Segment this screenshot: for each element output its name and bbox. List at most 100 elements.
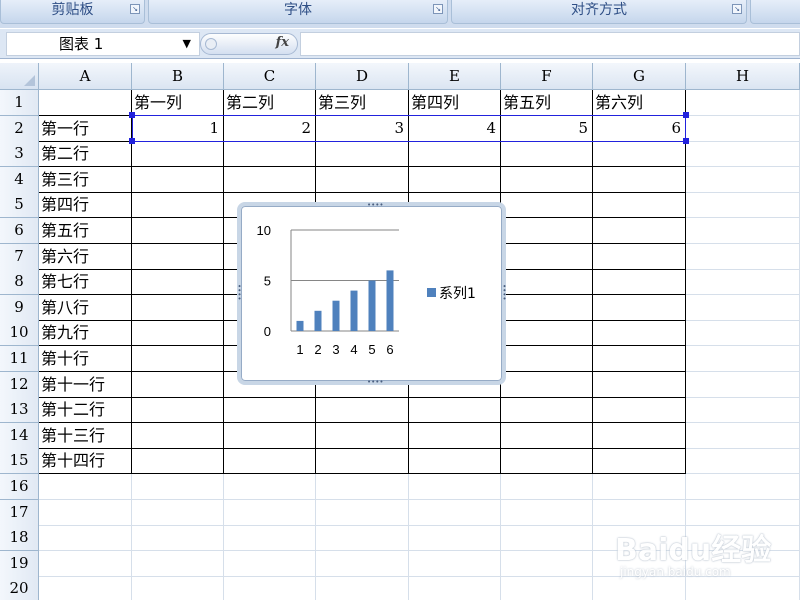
cell-e14[interactable] [409,423,501,449]
cell-f12[interactable] [501,372,593,398]
cell-c17[interactable] [224,500,316,526]
row-header-6[interactable]: 6 [0,218,39,244]
column-header-f[interactable]: F [501,63,593,90]
bar-4[interactable] [350,290,358,331]
name-box[interactable]: 图表 1 ▼ [6,32,200,56]
column-header-e[interactable]: E [409,63,501,90]
cell-g16[interactable] [593,474,686,500]
cell-h7[interactable] [686,244,800,270]
cell-h6[interactable] [686,218,800,244]
cell-h10[interactable] [686,320,800,346]
cell-d16[interactable] [316,474,409,500]
bar-2[interactable] [314,310,322,331]
cell-b8[interactable] [132,269,224,295]
cell-b1[interactable]: 第一列 [132,90,224,116]
cell-f1[interactable]: 第五列 [501,90,593,116]
row-header-19[interactable]: 19 [0,551,39,577]
cell-a20[interactable] [39,576,132,600]
cell-d18[interactable] [316,525,409,551]
cell-c18[interactable] [224,525,316,551]
ribbon-group-font[interactable]: 字体 ↘ [148,0,448,24]
cell-f15[interactable] [501,448,593,474]
cell-a11[interactable]: 第十行 [39,346,132,372]
cell-h12[interactable] [686,372,800,398]
insert-function-button[interactable]: fx [200,33,298,55]
formula-bar-resize-icon[interactable] [205,38,217,50]
cell-h8[interactable] [686,269,800,295]
legend-label[interactable]: 系列1 [439,286,476,302]
cell-a8[interactable]: 第七行 [39,269,132,295]
cell-f7[interactable] [501,244,593,270]
cell-f13[interactable] [501,397,593,423]
cell-f6[interactable] [501,218,593,244]
row-header-11[interactable]: 11 [0,346,39,372]
cell-h1[interactable] [686,90,800,116]
cell-f10[interactable] [501,320,593,346]
row-header-4[interactable]: 4 [0,167,39,193]
cell-c3[interactable] [224,141,316,167]
cell-g11[interactable] [593,346,686,372]
column-header-b[interactable]: B [132,63,224,90]
cell-e20[interactable] [409,576,501,600]
cell-h11[interactable] [686,346,800,372]
cell-d20[interactable] [316,576,409,600]
row-header-7[interactable]: 7 [0,244,39,270]
cell-f9[interactable] [501,295,593,321]
cell-a2[interactable]: 第一行 [39,116,132,142]
column-header-d[interactable]: D [316,63,409,90]
cell-d14[interactable] [316,423,409,449]
cell-c1[interactable]: 第二列 [224,90,316,116]
cell-b4[interactable] [132,167,224,193]
cell-a19[interactable] [39,551,132,577]
cell-e17[interactable] [409,500,501,526]
cell-a5[interactable]: 第四行 [39,192,132,218]
cell-g15[interactable] [593,448,686,474]
cell-h15[interactable] [686,448,800,474]
cell-e4[interactable] [409,167,501,193]
column-header-g[interactable]: G [593,63,686,90]
range-handle-1[interactable] [683,112,689,118]
cell-d15[interactable] [316,448,409,474]
cell-g3[interactable] [593,141,686,167]
cell-b3[interactable] [132,141,224,167]
cell-b10[interactable] [132,320,224,346]
chart-plot[interactable]: 0510 123456 系列1 [241,206,502,381]
cell-f8[interactable] [501,269,593,295]
cell-g12[interactable] [593,372,686,398]
embedded-chart[interactable]: •••• •••• •••• •••• 0 5 10 123456 系列1 [235,202,508,386]
cell-f16[interactable] [501,474,593,500]
cell-b5[interactable] [132,192,224,218]
cell-g8[interactable] [593,269,686,295]
cell-h3[interactable] [686,141,800,167]
ribbon-group-next[interactable] [750,0,800,24]
cell-c16[interactable] [224,474,316,500]
cell-e1[interactable]: 第四列 [409,90,501,116]
cell-h14[interactable] [686,423,800,449]
cell-a7[interactable]: 第六行 [39,244,132,270]
column-header-h[interactable]: H [686,63,800,90]
column-header-a[interactable]: A [39,63,132,90]
cell-f17[interactable] [501,500,593,526]
cell-f14[interactable] [501,423,593,449]
cell-d4[interactable] [316,167,409,193]
row-header-2[interactable]: 2 [0,116,39,142]
formula-input[interactable] [300,32,800,56]
cell-a12[interactable]: 第十一行 [39,372,132,398]
cell-b19[interactable] [132,551,224,577]
cell-e19[interactable] [409,551,501,577]
row-header-20[interactable]: 20 [0,576,39,600]
bar-3[interactable] [332,300,340,331]
cell-b9[interactable] [132,295,224,321]
cell-e15[interactable] [409,448,501,474]
cell-f19[interactable] [501,551,593,577]
cell-c4[interactable] [224,167,316,193]
chevron-down-icon[interactable]: ▼ [183,33,191,55]
cell-g9[interactable] [593,295,686,321]
cell-b11[interactable] [132,346,224,372]
cell-g1[interactable]: 第六列 [593,90,686,116]
cell-d3[interactable] [316,141,409,167]
cell-g6[interactable] [593,218,686,244]
bar-5[interactable] [368,280,376,332]
row-header-5[interactable]: 5 [0,192,39,218]
cell-b16[interactable] [132,474,224,500]
